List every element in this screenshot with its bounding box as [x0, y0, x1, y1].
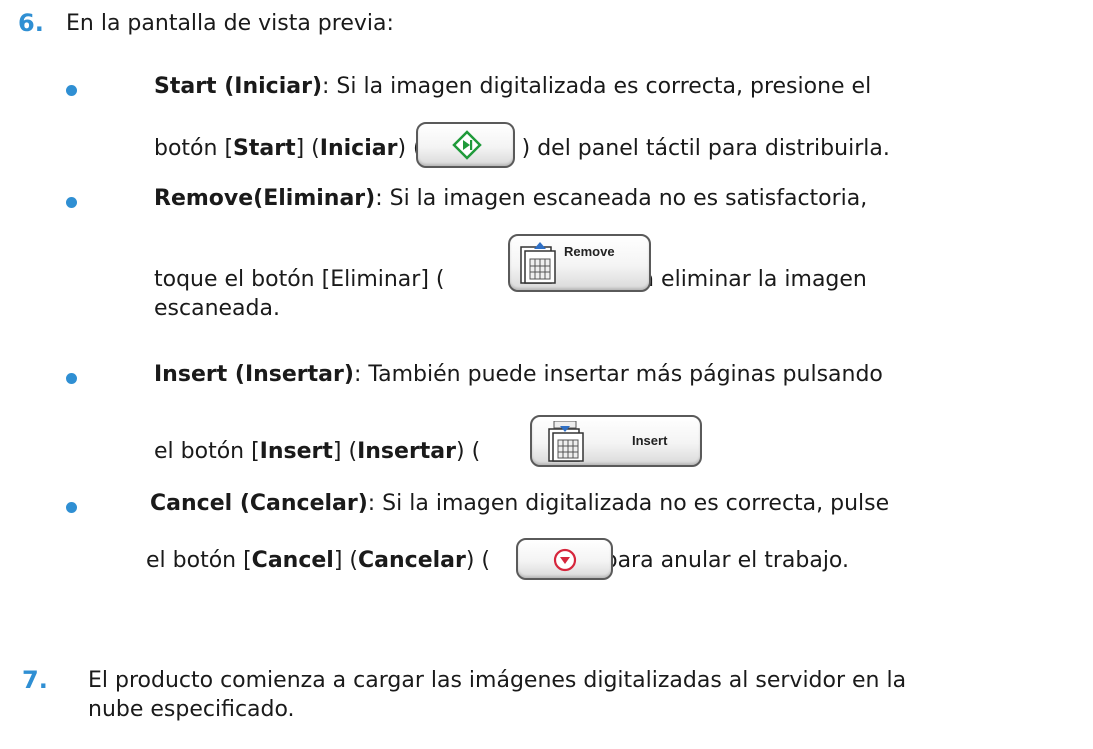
start-key-es: Iniciar	[319, 136, 398, 161]
start-diamond-icon	[452, 130, 482, 160]
start-line-2: botón [Start] (Iniciar) () del panel tác…	[154, 136, 890, 161]
insert-key-es: Insertar	[357, 439, 457, 464]
text: ] (	[333, 548, 358, 573]
text: ] (	[332, 439, 358, 464]
bullet	[66, 85, 77, 96]
text: ) (	[456, 439, 481, 464]
remove-desc: : Si la imagen escaneada no es satisfact…	[375, 186, 868, 211]
text: ) para anular el trabajo.	[588, 548, 849, 573]
start-key: Start	[233, 136, 296, 161]
text: el botón [	[146, 548, 252, 573]
text: ) del panel táctil para distribuirla.	[521, 136, 890, 161]
text: botón [	[154, 136, 234, 161]
remove-pages-icon	[520, 242, 556, 284]
remove-line-3: escaneada.	[154, 296, 280, 321]
insert-line-1: Insert (Insertar): También puede inserta…	[154, 362, 883, 387]
text: el botón [	[154, 439, 260, 464]
insert-desc: : También puede insertar más páginas pul…	[353, 362, 883, 387]
start-term: Start (Iniciar)	[154, 74, 323, 99]
step-6-intro: En la pantalla de vista previa:	[66, 11, 394, 36]
cancel-button[interactable]	[516, 538, 613, 580]
step-7-line-2: nube especificado.	[88, 697, 295, 722]
start-desc: : Si la imagen digitalizada es correcta,…	[322, 74, 872, 99]
start-line-1: Start (Iniciar): Si la imagen digitaliza…	[154, 74, 871, 99]
remove-line-1: Remove(Eliminar): Si la imagen escaneada…	[154, 186, 867, 211]
insert-key: Insert	[259, 439, 333, 464]
bullet	[66, 197, 77, 208]
remove-button[interactable]: Remove	[508, 234, 651, 292]
remove-button-label: Remove	[564, 244, 615, 259]
cancel-line-1: Cancel (Cancelar): Si la imagen digitali…	[150, 491, 889, 516]
start-button[interactable]	[416, 122, 515, 168]
step-number-7: 7.	[22, 666, 48, 694]
bullet	[66, 373, 77, 384]
bullet	[66, 502, 77, 513]
insert-term: Insert (Insertar)	[154, 362, 354, 387]
insert-button[interactable]: Insert	[530, 415, 702, 467]
insert-pages-icon	[548, 421, 584, 462]
text: ) (	[465, 548, 491, 573]
cancel-line-2: el botón [Cancel] (Cancelar) ( ) para anu…	[146, 548, 849, 573]
cancel-stop-icon	[553, 548, 577, 572]
cancel-term: Cancel (Cancelar)	[150, 491, 368, 516]
remove-term: Remove(Eliminar)	[154, 186, 376, 211]
text: ] (	[295, 136, 320, 161]
cancel-key-es: Cancelar	[358, 548, 466, 573]
step-number-6: 6.	[18, 9, 44, 37]
text: toque el botón [Eliminar] (	[154, 267, 445, 292]
cancel-key: Cancel	[251, 548, 334, 573]
cancel-desc: : Si la imagen digitalizada no es correc…	[367, 491, 890, 516]
step-7-line-1: El producto comienza a cargar las imágen…	[88, 668, 907, 693]
insert-button-label: Insert	[632, 433, 668, 448]
